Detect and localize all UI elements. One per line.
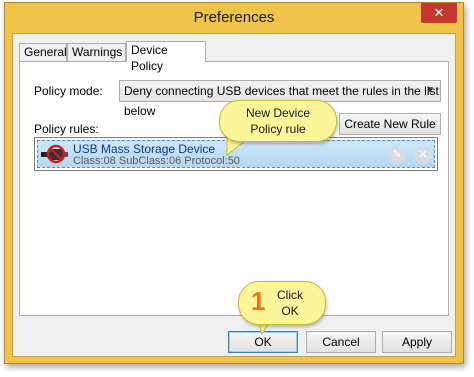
policy-rules-label: Policy rules:	[34, 122, 99, 136]
click-ok-callout: 1 Click OK	[238, 281, 326, 325]
tab-label: Device Policy	[131, 43, 168, 73]
step-number: 1	[251, 286, 266, 316]
tab-device-policy[interactable]: Device Policy	[126, 41, 206, 73]
close-icon: ✕	[433, 5, 445, 20]
dialog-client: General Warnings Device Policy Policy mo…	[12, 33, 456, 357]
delete-rule-icon[interactable]: ✕	[414, 146, 432, 164]
create-new-rule-button[interactable]: Create New Rule	[339, 113, 441, 135]
create-new-rule-label: Create New Rule	[344, 117, 436, 131]
edit-rule-icon[interactable]: ✎	[388, 146, 406, 164]
new-rule-callout: New Device Policy rule	[219, 100, 337, 142]
click-ok-line1: Click	[277, 288, 303, 302]
new-rule-callout-line2: Policy rule	[250, 122, 306, 136]
cancel-label: Cancel	[322, 335, 360, 349]
preferences-window: Preferences ✕ General Warnings Device Po…	[4, 2, 464, 364]
tab-general[interactable]: General	[19, 43, 67, 61]
tab-label: General	[24, 45, 67, 59]
apply-label: Apply	[401, 335, 433, 349]
click-ok-line2: OK	[281, 304, 299, 318]
tab-label: Warnings	[72, 45, 123, 59]
new-rule-callout-line1: New Device	[245, 106, 311, 120]
rule-device-details: Class:08 SubClass:06 Protocol:50	[73, 155, 240, 167]
tab-warnings[interactable]: Warnings	[67, 43, 126, 61]
window-title: Preferences	[193, 9, 275, 26]
apply-button[interactable]: Apply	[382, 331, 452, 353]
policy-mode-label: Policy mode:	[34, 84, 103, 98]
usb-blocked-icon	[41, 144, 68, 164]
chevron-down-icon: ▼	[425, 85, 435, 96]
title-bar[interactable]: Preferences ✕	[5, 3, 463, 33]
policy-mode-select[interactable]: Deny connecting USB devices that meet th…	[119, 80, 441, 118]
cancel-button[interactable]: Cancel	[306, 331, 376, 353]
close-button[interactable]: ✕	[421, 3, 457, 23]
ok-label: OK	[254, 335, 272, 349]
rule-device-name: USB Mass Storage Device	[73, 142, 216, 156]
device-policy-page: Policy mode: Deny connecting USB devices…	[19, 61, 449, 316]
